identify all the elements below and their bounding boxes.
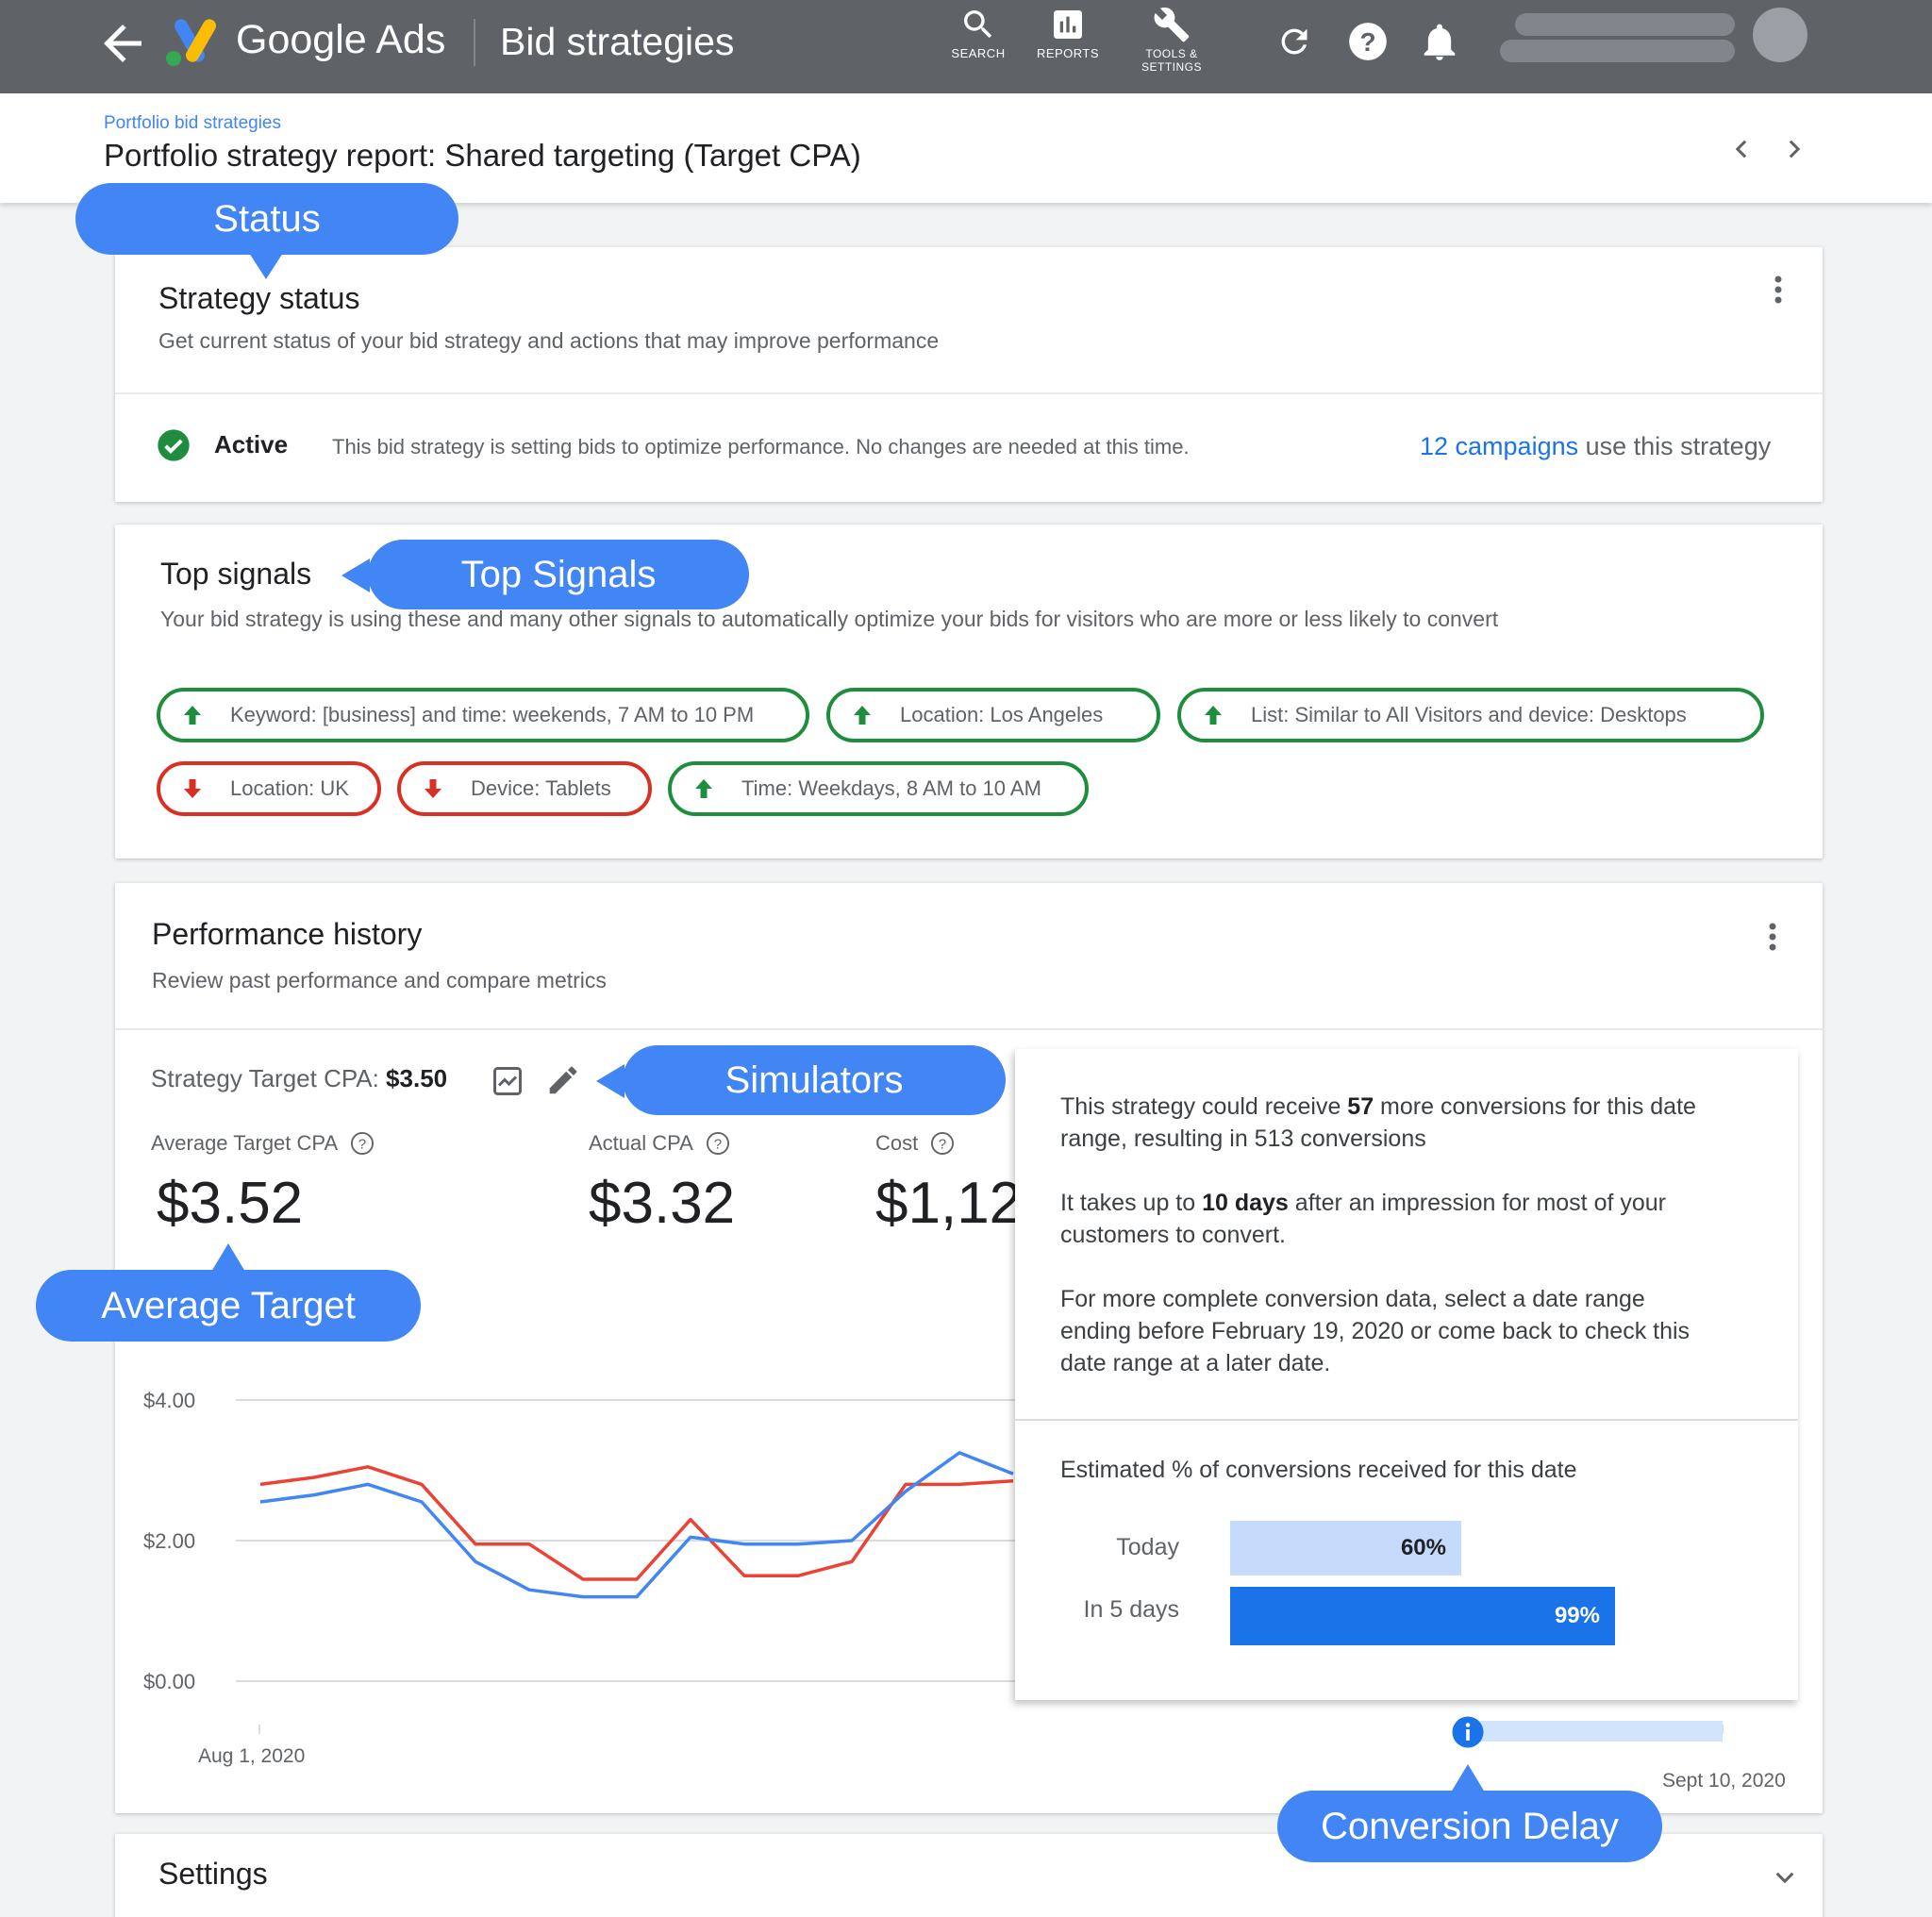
settings-title: Settings: [158, 1857, 268, 1891]
today-label: Today: [1116, 1534, 1179, 1560]
chart-start-date: Aug 1, 2020: [198, 1745, 306, 1767]
simulator-delay-text: It takes up to 10 days after an impressi…: [1060, 1187, 1702, 1251]
in-5-days-bar: 99%: [1230, 1587, 1615, 1645]
today-bar: 60%: [1230, 1521, 1461, 1575]
series-line-blue: [259, 1451, 1014, 1599]
in-5-days-label: In 5 days: [1083, 1596, 1179, 1623]
info-icon[interactable]: [1451, 1715, 1485, 1749]
y-tick-label: $4.00: [143, 1389, 195, 1412]
in-5-days-value: 99%: [1554, 1603, 1600, 1628]
chevron-down-icon[interactable]: [1766, 1859, 1804, 1896]
top-signals-callout-pointer: [341, 558, 370, 592]
simulators-callout-pointer: [596, 1064, 625, 1098]
sim-text-part: This strategy could receive: [1060, 1093, 1348, 1120]
chart-end-date: Sept 10, 2020: [1662, 1770, 1786, 1792]
estimate-title: Estimated % of conversions received for …: [1060, 1457, 1577, 1483]
average-target-callout: Average Target: [36, 1270, 421, 1342]
average-target-callout-pointer: [211, 1243, 245, 1272]
conversion-delay-range: [1468, 1721, 1723, 1742]
simulators-callout: Simulators: [623, 1045, 1006, 1115]
y-tick-label: $0.00: [143, 1670, 195, 1693]
series-line-red: [259, 1465, 1014, 1581]
status-callout-pointer: [249, 253, 283, 279]
sim-text-part: It takes up to: [1060, 1190, 1203, 1216]
status-callout: Status: [75, 183, 458, 255]
simulator-advice-text: For more complete conversion data, selec…: [1060, 1286, 1690, 1376]
today-value: 60%: [1400, 1535, 1446, 1560]
sim-divider: [1015, 1419, 1798, 1421]
conversion-delay-callout: Conversion Delay: [1277, 1791, 1662, 1862]
sim-text-bold: 57: [1347, 1093, 1374, 1120]
top-signals-callout: Top Signals: [368, 540, 749, 609]
conversion-delay-callout-pointer: [1451, 1764, 1485, 1792]
simulator-conversions-text: This strategy could receive 57 more conv…: [1060, 1091, 1702, 1155]
sim-text-bold: 10 days: [1202, 1190, 1289, 1216]
y-tick-label: $2.00: [143, 1529, 195, 1553]
